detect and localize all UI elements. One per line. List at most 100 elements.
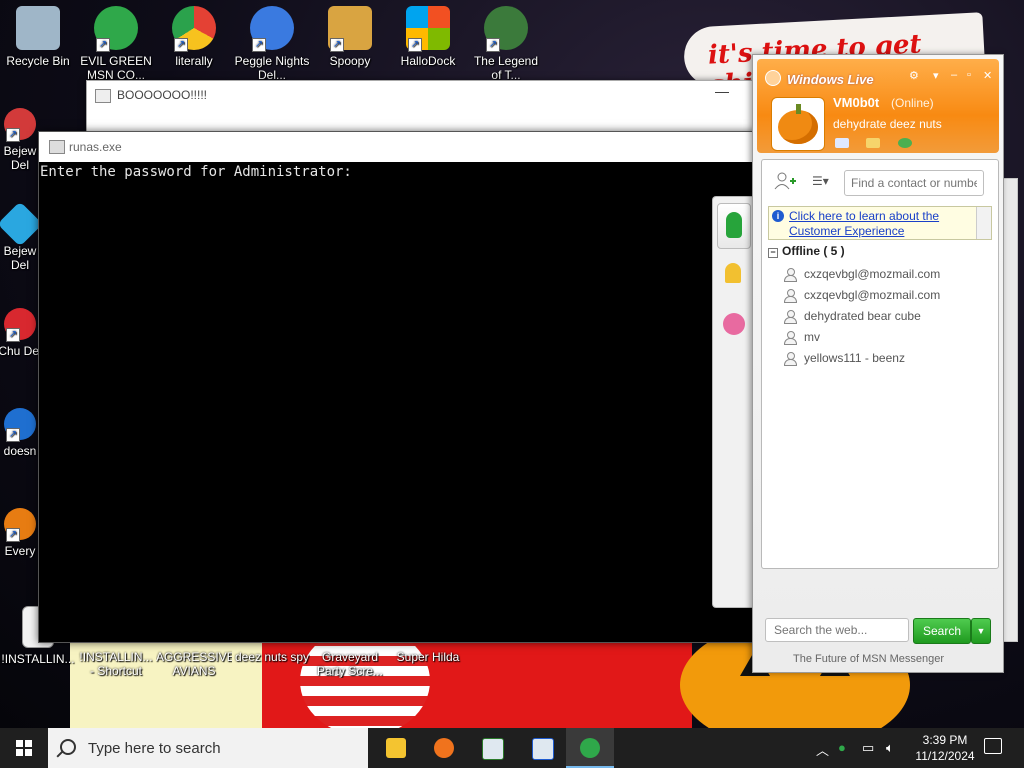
app-window-icon <box>482 738 504 760</box>
clock-time: 3:39 PM <box>922 733 968 747</box>
search-options-dropdown[interactable]: ▼ <box>971 618 991 644</box>
contact-list: cxzqevbgl@mozmail.com cxzqevbgl@mozmail.… <box>782 264 992 369</box>
minimize-button[interactable]: — <box>715 83 729 99</box>
messenger-header: Windows Live ⚙ ▾ – ▫ ✕ VM0b0t (Online) d… <box>757 59 999 153</box>
maximize-icon[interactable]: ▫ <box>967 69 971 81</box>
menu-orb-icon[interactable] <box>765 70 781 86</box>
bejeweled-icon: ↗ <box>4 108 36 142</box>
runas-console-window[interactable]: runas.exe Enter the password for Adminis… <box>38 131 758 643</box>
tab-alerts[interactable] <box>717 253 749 297</box>
desktop-icon-bejeweled-2[interactable]: Bejew Del <box>0 201 43 272</box>
contact-item[interactable]: cxzqevbgl@mozmail.com <box>782 285 992 306</box>
desktop-icon-recycle-bin[interactable]: Recycle Bin <box>0 6 76 68</box>
contact-item[interactable]: cxzqevbgl@mozmail.com <box>782 264 992 285</box>
group-offline-header[interactable]: − Offline ( 5 ) <box>768 244 845 258</box>
boo-window[interactable]: BOOOOOOO!!!!! — <box>86 80 758 134</box>
window-app-icon <box>95 89 111 103</box>
collapse-icon[interactable]: − <box>768 248 778 258</box>
header-shortcuts <box>835 137 926 151</box>
bell-icon <box>725 263 741 283</box>
user-avatar[interactable] <box>771 97 825 151</box>
show-hidden-icons-icon[interactable]: ︿ <box>816 740 829 759</box>
taskbar-app-window-2[interactable] <box>518 728 566 768</box>
find-contact-input[interactable] <box>844 170 984 196</box>
desktop-icon-literally[interactable]: ↗ literally <box>156 6 232 68</box>
firefox-icon <box>434 738 454 758</box>
offline-person-icon <box>784 268 797 282</box>
windows-logo-icon <box>16 740 32 756</box>
desktop-icon-peggle-nights[interactable]: ↗ Peggle Nights Del... <box>234 6 310 82</box>
desktop-icon-bejeweled-1[interactable]: ↗ Bejew Del <box>0 108 42 172</box>
taskbar: Type here to search ︿ ● ▭ 🔈︎ 3:39 PM 11/… <box>0 728 1024 768</box>
offline-person-icon <box>784 310 797 324</box>
user-status[interactable]: (Online) <box>891 96 934 110</box>
messenger-scrollbar[interactable] <box>1002 178 1018 642</box>
file-explorer-icon <box>386 738 406 758</box>
windows-live-logo: Windows Live <box>787 72 874 87</box>
console-output[interactable]: Enter the password for Administrator: <box>39 162 757 180</box>
taskbar-search-box[interactable]: Type here to search <box>48 728 368 768</box>
contact-item[interactable]: dehydrated bear cube <box>782 306 992 327</box>
user-display-name[interactable]: VM0b0t <box>833 95 879 110</box>
desktop-icon-hallodock[interactable]: ↗ HalloDock <box>390 6 466 68</box>
contact-item[interactable]: yellows111 - beenz <box>782 348 992 369</box>
taskbar-file-explorer[interactable] <box>372 728 420 768</box>
app-orange-icon: ↗ <box>4 508 36 542</box>
chrome-icon: ↗ <box>172 6 216 52</box>
chuzzle-icon: ↗ <box>4 308 36 342</box>
desktop-icon-evil-green-msn[interactable]: ↗ EVIL GREEN MSN CO... <box>78 6 154 82</box>
spaces-globe-icon[interactable] <box>897 138 912 148</box>
close-icon[interactable]: ✕ <box>983 69 992 82</box>
pumpkin-avatar-icon <box>778 110 818 144</box>
customer-experience-notice: i Click here to learn about the Customer… <box>768 206 992 240</box>
app-icon: ↗ <box>4 408 36 442</box>
tab-contacts[interactable] <box>717 203 751 249</box>
add-contact-icon[interactable] <box>774 172 796 190</box>
desktop-icon-doesn[interactable]: ↗ doesn <box>0 408 42 458</box>
search-icon <box>60 739 76 755</box>
app-window-icon <box>532 738 554 760</box>
tools-icon[interactable]: ⚙ <box>909 69 919 82</box>
spoopy-icon: ↗ <box>328 6 372 52</box>
messenger-footer-link[interactable]: The Future of MSN Messenger <box>793 653 944 665</box>
msn-buddy-icon: ↗ <box>94 6 138 52</box>
web-search-button[interactable]: Search <box>913 618 971 644</box>
offline-person-icon <box>784 331 797 345</box>
taskbar-messenger[interactable] <box>566 728 614 768</box>
messenger-window[interactable]: Windows Live ⚙ ▾ – ▫ ✕ VM0b0t (Online) d… <box>752 54 1004 673</box>
offline-person-icon <box>784 289 797 303</box>
change-view-icon[interactable]: ☰▾ <box>812 174 836 188</box>
taskbar-app-window[interactable] <box>468 728 516 768</box>
runas-titlebar[interactable]: runas.exe <box>39 132 757 162</box>
dropdown-icon[interactable]: ▾ <box>933 69 939 82</box>
volume-icon[interactable]: 🔈︎ <box>886 740 894 756</box>
recycle-bin-icon <box>16 6 60 50</box>
desktop-icon-spoopy[interactable]: ↗ Spoopy <box>312 6 388 68</box>
desktop-icon-every[interactable]: ↗ Every <box>0 508 42 558</box>
minimize-icon[interactable]: – <box>951 69 957 81</box>
customer-experience-link[interactable]: Click here to learn about the Customer E… <box>789 209 969 239</box>
spaces-icon <box>723 313 745 335</box>
notice-scrollbar[interactable] <box>976 207 991 239</box>
taskbar-firefox[interactable] <box>420 728 468 768</box>
buddy-icon <box>726 212 742 238</box>
contact-item[interactable]: mv <box>782 327 992 348</box>
network-icon[interactable]: ▭ <box>862 740 874 756</box>
desktop-icon-chuzzle[interactable]: ↗ Chu Del <box>0 308 42 358</box>
messenger-tray-icon[interactable]: ● <box>838 740 846 755</box>
offline-person-icon <box>784 352 797 366</box>
action-center-icon[interactable] <box>984 738 1002 754</box>
legend-game-icon: ↗ <box>484 6 528 52</box>
web-search-input[interactable] <box>765 618 909 642</box>
start-button[interactable] <box>0 728 48 768</box>
messenger-side-tabs <box>712 196 753 608</box>
peggle-icon: ↗ <box>250 6 294 52</box>
desktop-icon-legend[interactable]: ↗ The Legend of T... <box>468 6 544 82</box>
boo-window-title: BOOOOOOO!!!!! <box>117 88 208 102</box>
personal-message[interactable]: dehydrate deez nuts <box>833 117 942 131</box>
mail-icon[interactable] <box>835 138 849 148</box>
system-clock[interactable]: 3:39 PM 11/12/2024 <box>912 732 978 764</box>
bejeweled-diamond-icon <box>0 201 43 247</box>
folder-icon[interactable] <box>866 138 881 148</box>
tab-spaces[interactable] <box>717 303 749 347</box>
